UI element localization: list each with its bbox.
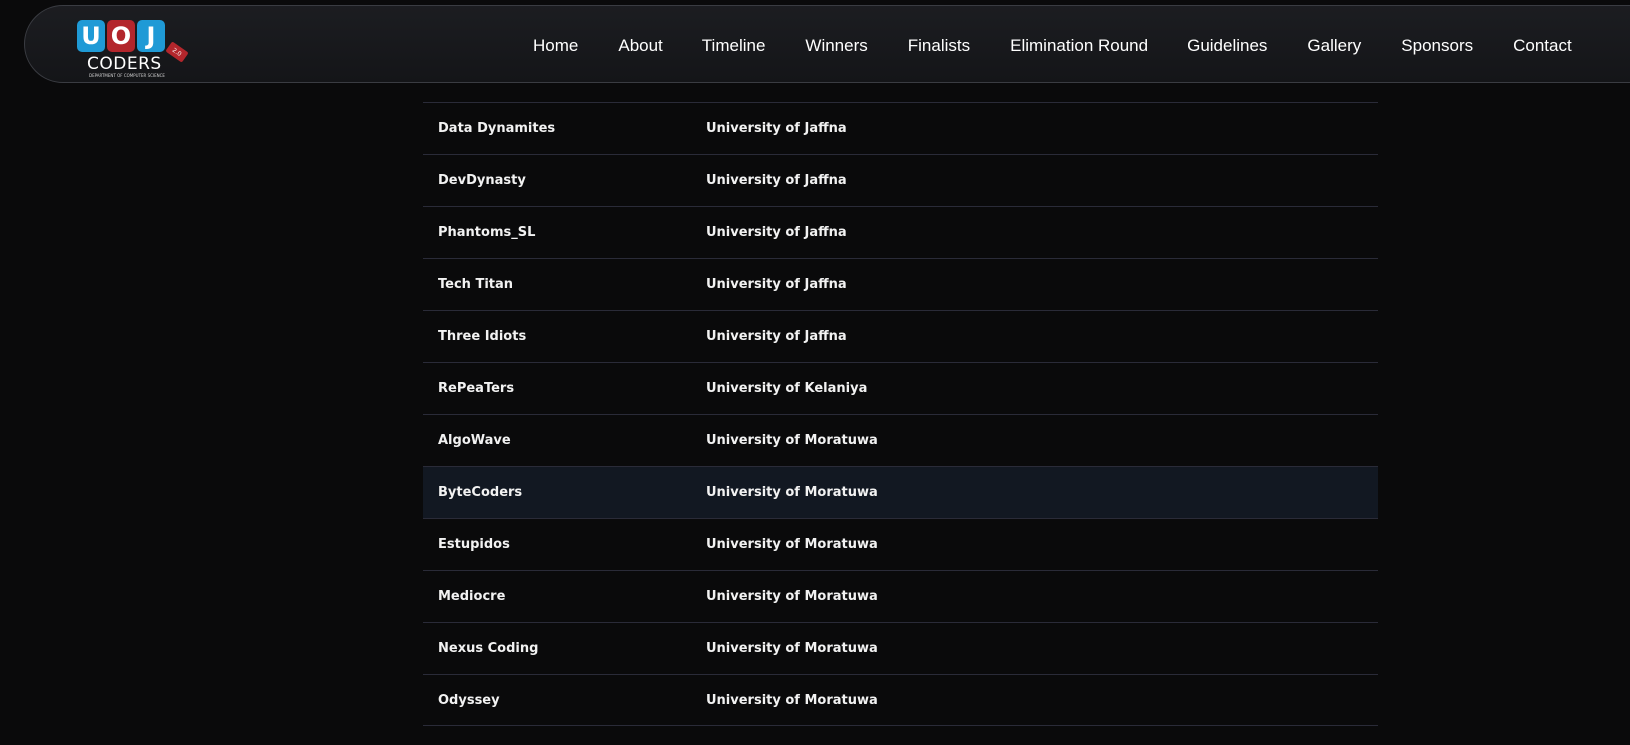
team-name: AlgoWave (438, 433, 511, 448)
top-navbar: U O J 2.0 CODERS DEPARTMENT OF COMPUTER … (24, 5, 1630, 83)
team-name: Tech Titan (438, 277, 514, 292)
uoj-coders-logo[interactable]: U O J 2.0 CODERS DEPARTMENT OF COMPUTER … (77, 20, 189, 80)
team-name: Estupidos (438, 537, 510, 552)
table-row: DevDynasty University of Jaffna (423, 154, 1378, 206)
team-name: ByteCoders (438, 485, 523, 500)
university-name: University of Kelaniya (706, 381, 868, 396)
table-row: Odyssey University of Moratuwa (423, 674, 1378, 726)
teams-table: Data Dynamites University of Jaffna DevD… (423, 102, 1378, 726)
logo-tile-o: O (107, 20, 135, 52)
table-row-hovered: ByteCoders University of Moratuwa (423, 466, 1378, 518)
university-name: University of Moratuwa (706, 641, 878, 656)
team-name: DevDynasty (438, 173, 526, 188)
university-name: University of Jaffna (706, 173, 847, 188)
team-name: Nexus Coding (438, 641, 539, 656)
team-name: Three Idiots (438, 329, 527, 344)
logo-tiles: U O J (77, 20, 165, 52)
table-row: Estupidos University of Moratuwa (423, 518, 1378, 570)
university-name: University of Moratuwa (706, 485, 878, 500)
table-row: Mediocre University of Moratuwa (423, 570, 1378, 622)
nav-contact[interactable]: Contact (1513, 36, 1572, 56)
logo-subtitle: DEPARTMENT OF COMPUTER SCIENCE (89, 73, 165, 78)
table-row: Phantoms_SL University of Jaffna (423, 206, 1378, 258)
nav-sponsors[interactable]: Sponsors (1401, 36, 1473, 56)
team-name: RePeaTers (438, 381, 515, 396)
nav-gallery[interactable]: Gallery (1307, 36, 1361, 56)
nav-home[interactable]: Home (533, 36, 578, 56)
logo-tile-j: J (137, 20, 165, 52)
table-row: Data Dynamites University of Jaffna (423, 102, 1378, 154)
nav-elimination-round[interactable]: Elimination Round (1010, 36, 1148, 56)
university-name: University of Moratuwa (706, 692, 878, 708)
team-name: Odyssey (438, 692, 500, 708)
university-name: University of Moratuwa (706, 589, 878, 604)
logo-wordmark: CODERS (87, 54, 162, 74)
nav-finalists[interactable]: Finalists (908, 36, 970, 56)
logo-tag: 2.0 (165, 41, 189, 63)
team-name: Mediocre (438, 589, 506, 604)
table-row: RePeaTers University of Kelaniya (423, 362, 1378, 414)
nav-winners[interactable]: Winners (805, 36, 867, 56)
main-nav: Home About Timeline Winners Finalists El… (533, 36, 1572, 56)
nav-guidelines[interactable]: Guidelines (1187, 36, 1267, 56)
university-name: University of Jaffna (706, 277, 847, 292)
university-name: University of Jaffna (706, 225, 847, 240)
team-name: Phantoms_SL (438, 225, 536, 240)
nav-timeline[interactable]: Timeline (702, 36, 766, 56)
table-row: Three Idiots University of Jaffna (423, 310, 1378, 362)
table-row: AlgoWave University of Moratuwa (423, 414, 1378, 466)
nav-about[interactable]: About (618, 36, 662, 56)
university-name: University of Moratuwa (706, 537, 878, 552)
team-name: Data Dynamites (438, 121, 556, 136)
table-row: Nexus Coding University of Moratuwa (423, 622, 1378, 674)
logo-tile-u: U (77, 20, 105, 52)
university-name: University of Jaffna (706, 329, 847, 344)
university-name: University of Jaffna (706, 121, 847, 136)
university-name: University of Moratuwa (706, 433, 878, 448)
table-row: Tech Titan University of Jaffna (423, 258, 1378, 310)
